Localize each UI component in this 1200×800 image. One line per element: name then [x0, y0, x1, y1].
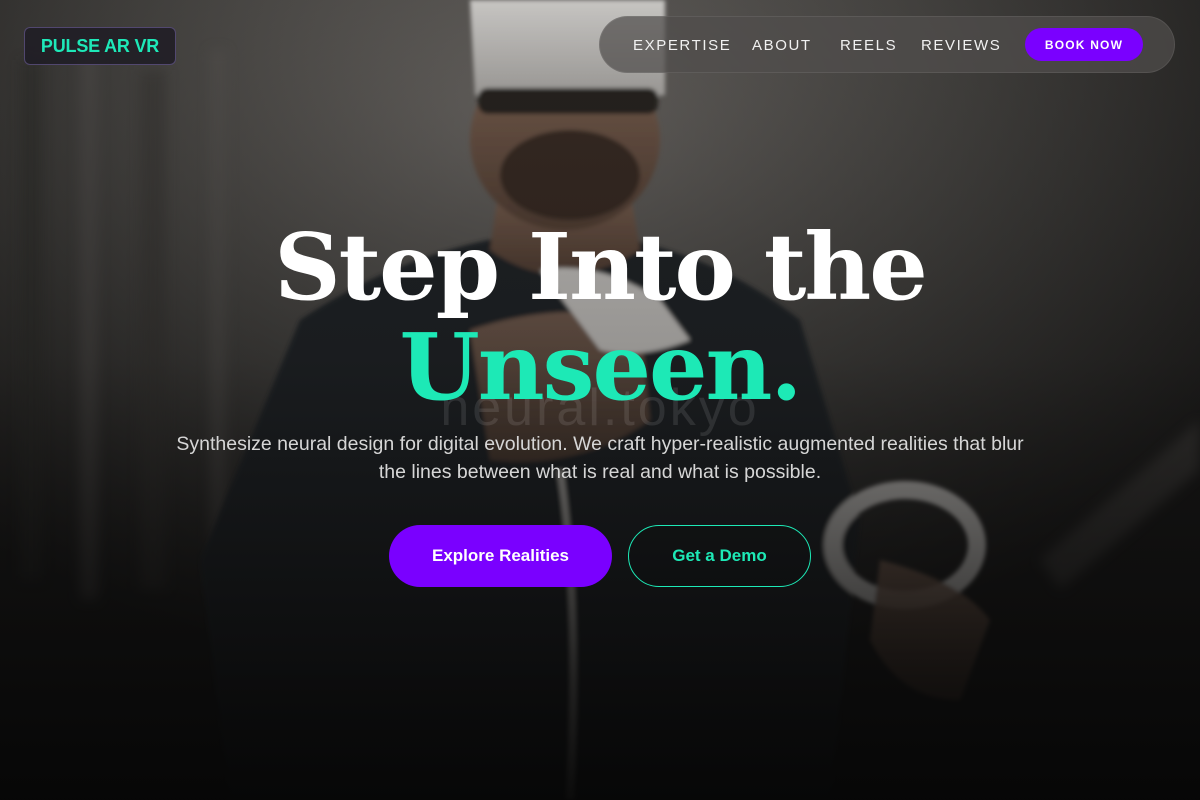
hero-title-line-1: Step Into the — [274, 213, 928, 321]
book-now-button[interactable]: BOOK NOW — [1025, 28, 1143, 61]
nav-link-about[interactable]: ABOUT — [752, 37, 812, 54]
hero-subtitle: Synthesize neural design for digital evo… — [176, 433, 1024, 483]
nav-link-reels[interactable]: REELS — [840, 37, 897, 54]
explore-realities-button[interactable]: Explore Realities — [389, 525, 612, 587]
nav-link-expertise[interactable]: EXPERTISE — [633, 37, 731, 54]
main-nav: EXPERTISE ABOUT REELS REVIEWS BOOK NOW — [599, 16, 1175, 73]
get-a-demo-button[interactable]: Get a Demo — [628, 525, 811, 587]
brand-logo[interactable]: PULSE AR VR — [24, 27, 176, 65]
nav-link-reviews[interactable]: REVIEWS — [921, 37, 1001, 54]
hero-section: PULSE AR VR EXPERTISE ABOUT REELS REVIEW… — [0, 0, 1200, 800]
hero-title-line-2: Unseen. — [399, 313, 803, 421]
